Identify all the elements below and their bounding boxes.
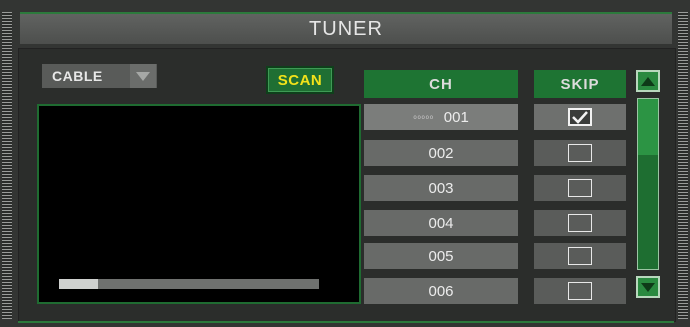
channel-number: 001 [443,108,469,126]
scan-progress-fill [59,279,98,289]
video-preview [37,104,361,304]
channel-row-006[interactable]: 006 [364,278,518,304]
skip-checkbox[interactable] [568,282,592,300]
channel-row-001[interactable]: ooooo 001 [364,104,518,130]
channel-row-002[interactable]: 002 [364,140,518,166]
channel-scrollbar[interactable] [636,70,662,300]
channel-number: 006 [428,282,454,300]
channel-row-005[interactable]: 005 [364,243,518,269]
ch-column-header: CH [364,70,518,98]
skip-checkbox[interactable] [568,144,592,162]
scan-button[interactable]: SCAN [266,66,334,94]
skip-checkbox[interactable] [568,247,592,265]
skip-cell-003[interactable] [534,175,626,201]
source-value: CABLE [52,68,103,84]
skip-checkbox[interactable] [568,214,592,232]
skip-cell-001[interactable] [534,104,626,130]
checkmark-icon [572,111,588,124]
channel-number: 004 [428,214,454,232]
left-resize-grip[interactable] [2,12,12,319]
arrow-down-icon[interactable] [636,276,660,298]
skip-cell-005[interactable] [534,243,626,269]
channel-number: 003 [428,179,454,197]
skip-cell-006[interactable] [534,278,626,304]
channel-row-003[interactable]: 003 [364,175,518,201]
scroll-thumb[interactable] [638,99,658,155]
window-title: TUNER [309,17,383,40]
channel-row-004[interactable]: 004 [364,210,518,236]
skip-cell-004[interactable] [534,210,626,236]
channel-number: 002 [428,144,454,162]
skip-cell-002[interactable] [534,140,626,166]
skip-column-header: SKIP [534,70,626,98]
tuner-window: TUNER CABLE SCAN CH SKIP ooooo 001 002 0… [0,0,690,327]
chevron-down-icon[interactable] [130,64,156,88]
scan-progress-bar [59,279,319,289]
bottom-divider [18,321,674,323]
scroll-track[interactable] [637,98,659,270]
signal-strength: ooooo [413,113,434,121]
channel-number: 005 [428,247,454,265]
source-dropdown[interactable]: CABLE [42,64,157,88]
skip-checkbox[interactable] [568,179,592,197]
skip-checkbox[interactable] [568,108,592,126]
arrow-up-icon[interactable] [636,70,660,92]
title-bar: TUNER [20,12,672,44]
right-resize-grip[interactable] [678,12,688,319]
